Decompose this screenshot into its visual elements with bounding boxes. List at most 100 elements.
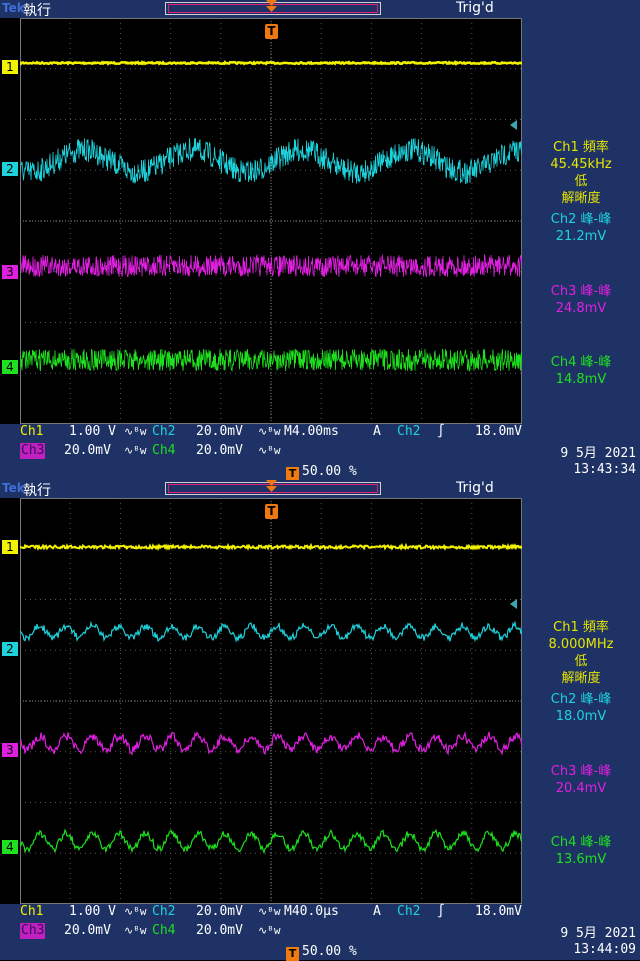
ch4-measurement-title: Ch4 峰-峰 <box>550 835 612 850</box>
ch4-marker[interactable]: 4 <box>2 840 18 854</box>
ch3-marker[interactable]: 3 <box>2 743 18 757</box>
brand-logo: Tek <box>2 1 25 15</box>
trigger-position-readout[interactable]: T 50.00 % <box>286 944 357 961</box>
ch1-marker[interactable]: 1 <box>2 540 18 554</box>
ch1-measurement-note: 低 <box>574 654 588 669</box>
ch1-coupling-icon: ∿ᴮw <box>124 425 147 438</box>
settings-bar: Ch1 1.00 V ∿ᴮw Ch2 20.0mV ∿ᴮw M4.00ms A … <box>0 424 640 481</box>
timebase[interactable]: M4.00ms <box>284 424 339 440</box>
ch1-measurement-note-2: 解晰度 <box>561 671 601 686</box>
graticule <box>20 498 522 904</box>
trigger-status: Trig'd <box>456 0 494 16</box>
ch2-coupling-icon: ∿ᴮw <box>258 905 281 918</box>
ch2-measurement-value: 21.2mV <box>555 229 607 244</box>
trigger-source[interactable]: Ch2 <box>397 424 420 440</box>
ch2-scale[interactable]: 20.0mV <box>196 424 243 440</box>
ch4-label[interactable]: Ch4 <box>152 923 175 939</box>
ch1-measurement-note-2: 解晰度 <box>561 191 601 206</box>
waveform-display <box>20 18 522 424</box>
measurement-panel: Ch1 頻率 45.45kHz 低 解晰度 Ch2 峰-峰 21.2mV Ch3… <box>522 18 640 424</box>
timebase[interactable]: M40.0µs <box>284 904 339 920</box>
trigger-level-arrow <box>510 599 517 609</box>
waveform-display <box>20 498 522 904</box>
trigger-status: Trig'd <box>456 480 494 496</box>
ch4-scale[interactable]: 20.0mV <box>196 443 243 459</box>
ch3-measurement-title: Ch3 峰-峰 <box>550 284 612 299</box>
trigger-position-icon: T <box>286 947 299 961</box>
trigger-slope-icon: ∫ <box>437 424 445 439</box>
ch3-measurement-value: 24.8mV <box>555 301 607 316</box>
ch2-measurement-title: Ch2 峰-峰 <box>550 692 612 707</box>
date: 9 5月 2021 <box>560 926 636 941</box>
ch4-label[interactable]: Ch4 <box>152 443 175 459</box>
ch4-trace <box>20 348 522 372</box>
trigger-mode: A <box>373 424 381 439</box>
time: 13:44:09 <box>573 942 636 957</box>
trigger-source[interactable]: Ch2 <box>397 904 420 920</box>
ch1-scale[interactable]: 1.00 V <box>69 904 116 920</box>
ch4-coupling-icon: ∿ᴮw <box>258 444 281 457</box>
ch3-measurement-title: Ch3 峰-峰 <box>550 764 612 779</box>
ch1-scale[interactable]: 1.00 V <box>69 424 116 440</box>
trigger-position-readout[interactable]: T 50.00 % <box>286 464 357 481</box>
ch1-trace <box>20 59 522 66</box>
ch3-coupling-icon: ∿ᴮw <box>124 924 147 937</box>
ch4-measurement-title: Ch4 峰-峰 <box>550 355 612 370</box>
trigger-level-arrow <box>510 120 517 130</box>
ch4-measurement-value: 13.6mV <box>555 852 607 867</box>
ch1-label[interactable]: Ch1 <box>20 424 43 440</box>
trigger-level[interactable]: 18.0mV <box>475 424 522 440</box>
trigger-position-icon: T <box>286 467 299 481</box>
run-state: 執行 <box>23 3 51 19</box>
date: 9 5月 2021 <box>560 446 636 461</box>
ch3-marker[interactable]: 3 <box>2 265 18 279</box>
ch3-label[interactable]: Ch3 <box>20 923 46 939</box>
time: 13:43:34 <box>573 462 636 477</box>
ch1-measurement-value: 45.45kHz <box>550 157 612 172</box>
ch3-coupling-icon: ∿ᴮw <box>124 444 147 457</box>
trigger-marker: T <box>265 24 278 39</box>
ch2-marker[interactable]: 2 <box>2 162 18 176</box>
ch2-coupling-icon: ∿ᴮw <box>258 425 281 438</box>
ch3-label[interactable]: Ch3 <box>20 443 46 459</box>
scope-capture-2: Tek 執行 Trig'd T 1 2 3 4 Ch1 頻率 8.000MHz … <box>0 480 640 961</box>
status-bar: Tek 執行 Trig'd <box>0 480 640 499</box>
ch2-measurement-title: Ch2 峰-峰 <box>550 212 612 227</box>
status-bar: Tek 執行 Trig'd <box>0 0 640 19</box>
ch2-label[interactable]: Ch2 <box>152 424 175 440</box>
ch3-measurement-value: 20.4mV <box>555 781 607 796</box>
ch1-measurement-title: Ch1 頻率 <box>553 620 609 635</box>
ch2-measurement-value: 18.0mV <box>555 709 607 724</box>
trigger-mode: A <box>373 904 381 919</box>
trigger-position-icon <box>266 480 277 492</box>
ch2-scale[interactable]: 20.0mV <box>196 904 243 920</box>
trigger-position-value: 50.00 % <box>302 464 357 479</box>
trigger-marker: T <box>265 504 278 519</box>
brand-logo: Tek <box>2 481 25 495</box>
trigger-position-icon <box>266 0 277 12</box>
graticule <box>20 18 522 424</box>
ch2-label[interactable]: Ch2 <box>152 904 175 920</box>
trigger-level[interactable]: 18.0mV <box>475 904 522 920</box>
ch4-marker[interactable]: 4 <box>2 360 18 374</box>
ch1-marker[interactable]: 1 <box>2 60 18 74</box>
run-state: 執行 <box>23 483 51 499</box>
ch3-scale[interactable]: 20.0mV <box>64 443 111 459</box>
settings-bar: Ch1 1.00 V ∿ᴮw Ch2 20.0mV ∿ᴮw M40.0µs A … <box>0 904 640 961</box>
measurement-panel: Ch1 頻率 8.000MHz 低 解晰度 Ch2 峰-峰 18.0mV Ch3… <box>522 498 640 904</box>
trigger-position-value: 50.00 % <box>302 944 357 959</box>
ch2-marker[interactable]: 2 <box>2 642 18 656</box>
ch4-measurement-value: 14.8mV <box>555 372 607 387</box>
ch4-coupling-icon: ∿ᴮw <box>258 924 281 937</box>
ch1-coupling-icon: ∿ᴮw <box>124 905 147 918</box>
ch4-scale[interactable]: 20.0mV <box>196 923 243 939</box>
ch3-scale[interactable]: 20.0mV <box>64 923 111 939</box>
trigger-slope-icon: ∫ <box>437 904 445 919</box>
ch1-label[interactable]: Ch1 <box>20 904 43 920</box>
ch1-measurement-value: 8.000MHz <box>548 637 614 652</box>
ch2-trace <box>20 138 522 185</box>
ch1-measurement-title: Ch1 頻率 <box>553 140 609 155</box>
scope-capture-1: Tek 執行 Trig'd T 1 2 3 4 Ch1 頻率 45.45kHz … <box>0 0 640 481</box>
ch1-measurement-note: 低 <box>574 174 588 189</box>
ch1-trace <box>20 542 522 552</box>
